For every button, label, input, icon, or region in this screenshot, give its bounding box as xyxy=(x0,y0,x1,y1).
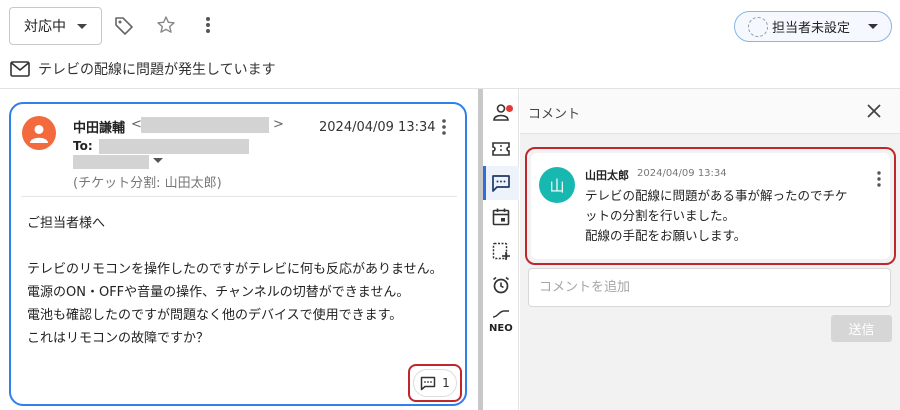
sender-email-close-bracket: > xyxy=(273,117,284,132)
neo-label: NEO xyxy=(489,323,513,334)
email-body-line: これはリモコンの故障ですか？ xyxy=(27,331,210,346)
sender-avatar xyxy=(22,116,56,150)
alarm-icon xyxy=(493,276,509,294)
mail-icon xyxy=(10,61,30,77)
ticket-split-note: (チケット分割: 山田太郎) xyxy=(73,176,222,191)
comment-text: テレビの配線に問題がある事が解ったのでチケ ットの分割を行いました。 配線の手配… xyxy=(585,186,871,246)
comment-input[interactable] xyxy=(528,268,891,307)
chevron-down-icon xyxy=(77,24,87,29)
add-task-icon xyxy=(492,242,510,260)
redacted-recipient-2 xyxy=(73,155,149,169)
more-vert-icon[interactable] xyxy=(441,118,449,138)
tag-icon[interactable] xyxy=(113,14,135,36)
close-icon[interactable] xyxy=(864,101,884,121)
comments-panel-title: コメント xyxy=(528,107,581,122)
email-message-card[interactable]: 中田謙輔 < > 2024/04/09 13:34 To: (チケット分割: 山… xyxy=(9,102,467,406)
to-label: To: xyxy=(73,139,93,153)
comment-count-highlight: 1 xyxy=(408,364,462,402)
email-body-line: 電池も確認したのですが問題なく他のデバイスで使用できます。 xyxy=(27,308,403,323)
email-body-line: ご担当者様へ xyxy=(27,216,106,231)
comment-count-button[interactable]: 1 xyxy=(413,369,457,397)
calendar-icon xyxy=(492,208,510,226)
notification-dot xyxy=(506,105,513,112)
send-button[interactable]: 送信 xyxy=(831,315,892,342)
email-body: ご担当者様へ テレビのリモコンを操作したのですがテレビに何も反応がありません。 … xyxy=(27,212,457,350)
divider xyxy=(21,196,457,197)
assignee-dropdown[interactable]: 担当者未設定 xyxy=(734,11,892,42)
comment-text-line: テレビの配線に問題がある事が解ったのでチケ xyxy=(585,188,848,203)
chevron-down-icon[interactable] xyxy=(153,158,163,163)
more-vert-icon[interactable] xyxy=(197,14,219,36)
email-body-blank-line xyxy=(27,235,457,258)
nav-add-task[interactable] xyxy=(483,234,519,268)
side-nav: NEO xyxy=(483,89,519,410)
nav-reminder[interactable] xyxy=(483,268,519,302)
comment-icon xyxy=(492,174,510,192)
email-body-line: テレビのリモコンを操作したのですがテレビに何も反応がありません。 xyxy=(27,262,443,277)
sender-name: 中田謙輔 xyxy=(73,121,126,136)
email-body-line: 電源のON・OFFや音量の操作、チャンネルの切替ができません。 xyxy=(27,285,410,300)
nav-calendar[interactable] xyxy=(483,200,519,234)
nav-ticket[interactable] xyxy=(483,132,519,166)
person-icon xyxy=(30,125,48,143)
nav-customer[interactable] xyxy=(483,95,519,129)
status-label: 対応中 xyxy=(24,19,66,35)
comment-text-line: ットの分割を行いました。 xyxy=(585,208,736,223)
comment-timestamp: 2024/04/09 13:34 xyxy=(637,168,727,179)
ticket-toolbar: 対応中 担当者未設定 xyxy=(0,0,900,56)
ticket-subject-row: テレビの配線に問題が発生しています xyxy=(10,58,276,80)
nav-comments[interactable] xyxy=(483,166,519,200)
unassigned-avatar-icon xyxy=(748,16,768,37)
more-vert-icon[interactable] xyxy=(876,170,882,188)
comments-panel: コメント 山 山田太郎 2024/04/09 13:34 テレビの配線に問題があ… xyxy=(520,89,900,410)
assignee-label: 担当者未設定 xyxy=(772,21,851,36)
ticket-icon xyxy=(492,142,510,156)
redacted-sender-email xyxy=(141,117,269,133)
email-date: 2024/04/09 13:34 xyxy=(319,120,436,135)
comment-highlight: 山 山田太郎 2024/04/09 13:34 テレビの配線に問題がある事が解っ… xyxy=(525,147,896,265)
neo-wave-icon xyxy=(492,310,509,318)
comment-text-line: 配線の手配をお願いします。 xyxy=(585,228,747,243)
redacted-recipient xyxy=(99,139,249,154)
comment-icon xyxy=(420,376,436,390)
comment-author-avatar: 山 xyxy=(539,167,575,203)
comment-author: 山田太郎 xyxy=(585,169,629,182)
comments-panel-header: コメント xyxy=(520,89,900,134)
comment-item: 山 山田太郎 2024/04/09 13:34 テレビの配線に問題がある事が解っ… xyxy=(531,153,890,259)
status-dropdown[interactable]: 対応中 xyxy=(9,7,102,45)
comment-count: 1 xyxy=(442,376,450,390)
chevron-down-icon xyxy=(868,24,878,29)
star-icon[interactable] xyxy=(155,14,177,36)
nav-neo[interactable]: NEO xyxy=(483,303,519,343)
ticket-subject: テレビの配線に問題が発生しています xyxy=(38,62,276,78)
